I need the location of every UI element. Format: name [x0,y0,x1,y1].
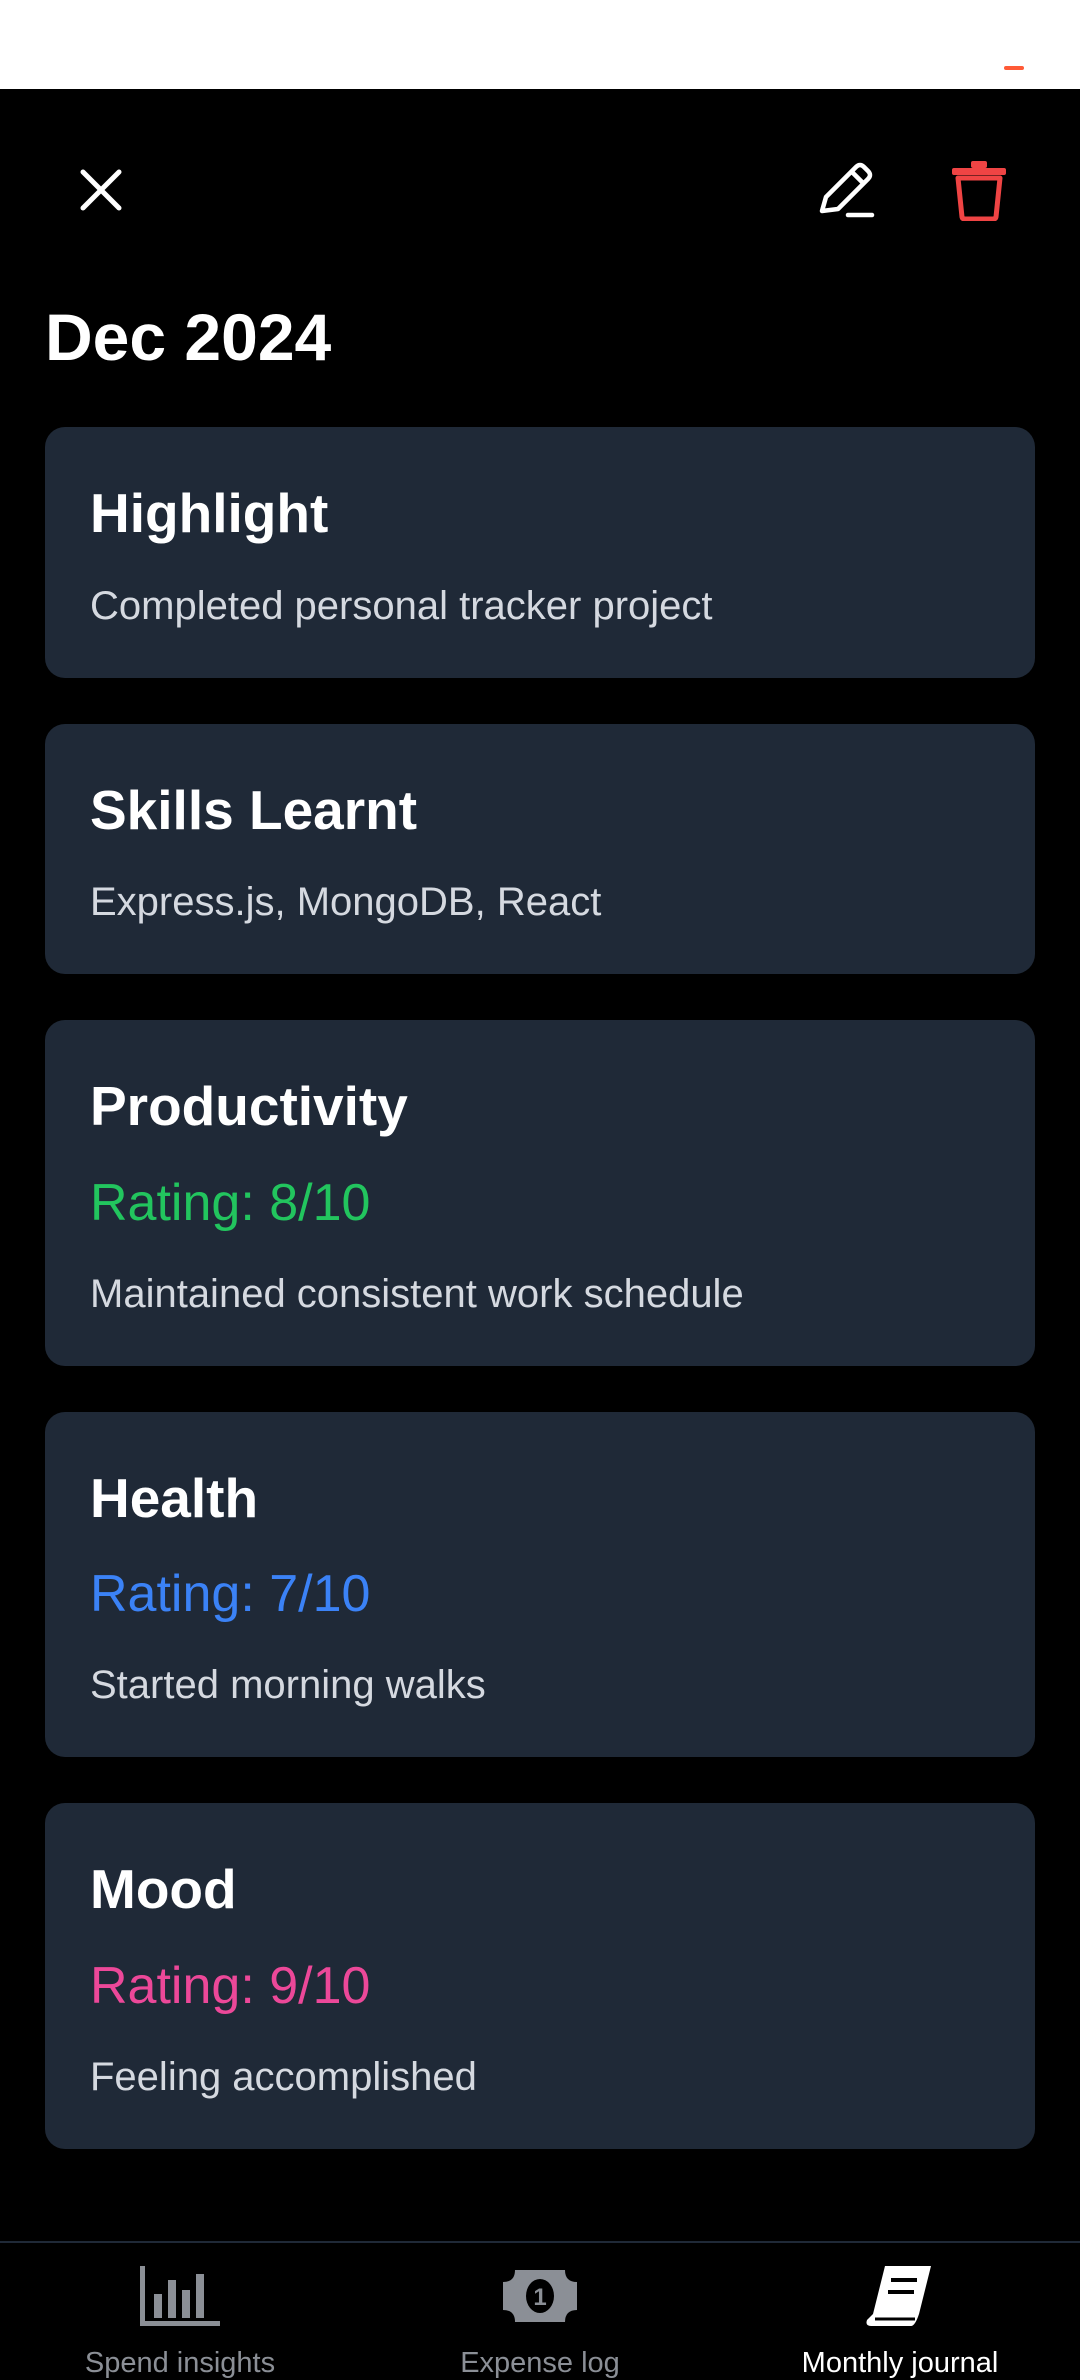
journal-cards: Highlight Completed personal tracker pro… [45,427,1035,2195]
nav-label: Spend insights [84,2347,276,2379]
card-health: Health Rating: 7/10 Started morning walk… [45,1411,1035,1758]
card-rating: Rating: 9/10 [90,1956,371,2015]
card-rating: Rating: 8/10 [90,1173,371,1232]
close-button[interactable] [56,145,146,235]
close-icon [80,169,122,211]
card-title: Health [90,1466,259,1529]
card-title: Skills Learnt [90,778,418,841]
nav-label: Expense log [460,2347,620,2379]
card-highlight: Highlight Completed personal tracker pro… [45,427,1035,678]
card-title: Highlight [90,482,329,544]
card-skills-learnt: Skills Learnt Express.js, MongoDB, React [45,723,1035,974]
svg-text:1: 1 [533,2284,546,2311]
trash-icon [952,161,1006,221]
card-title: Mood [90,1858,237,1921]
bottom-navigation: Spend insights 1 Expense log Monthly jou… [0,2241,1080,2380]
pencil-icon [819,162,875,218]
page-title: Dec 2024 [45,300,332,374]
book-icon [855,2263,945,2329]
journal-detail-screen: Dec 2024 Highlight Completed personal tr… [0,89,1080,2241]
delete-button[interactable] [934,145,1024,235]
card-rating: Rating: 7/10 [90,1565,371,1624]
card-text: Feeling accomplished [90,2055,477,2100]
card-text: Completed personal tracker project [90,583,713,628]
card-text: Express.js, MongoDB, React [90,880,602,924]
card-text: Maintained consistent work schedule [90,1271,744,1316]
bar-chart-icon [135,2263,225,2329]
status-strip [0,0,1080,89]
card-text: Started morning walks [90,1663,486,1708]
nav-label: Monthly journal [801,2347,999,2379]
status-indicator [1004,66,1024,70]
card-title: Productivity [90,1075,408,1137]
edit-button[interactable] [800,145,890,235]
money-bill-icon: 1 [495,2263,585,2329]
card-productivity: Productivity Rating: 8/10 Maintained con… [45,1020,1035,1366]
card-mood: Mood Rating: 9/10 Feeling accomplished [45,1803,1035,2150]
nav-spend-insights[interactable]: Spend insights [0,2243,360,2380]
nav-monthly-journal[interactable]: Monthly journal [720,2243,1080,2380]
nav-expense-log[interactable]: 1 Expense log [360,2243,720,2380]
